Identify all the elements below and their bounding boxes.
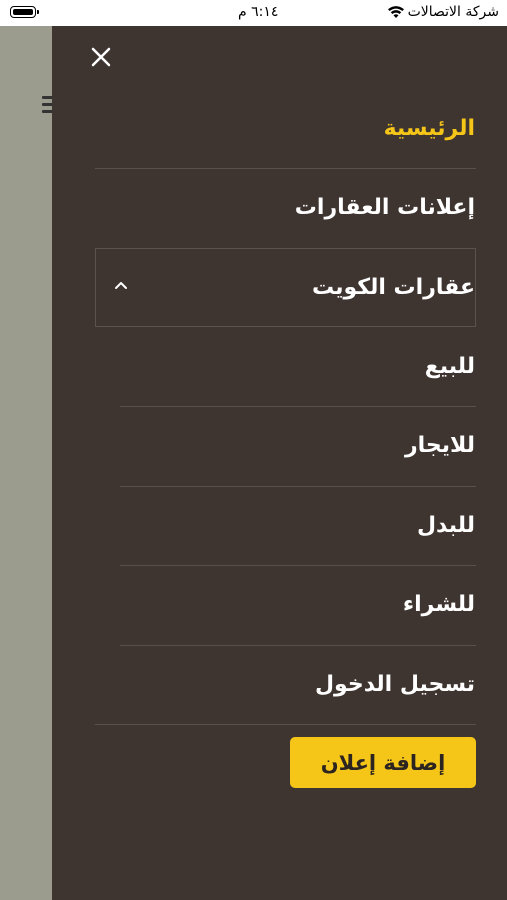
battery-icon xyxy=(10,6,39,18)
submenu-item-for-exchange[interactable]: للبدل xyxy=(417,486,475,565)
status-time: ٦:١٤ م xyxy=(238,4,279,20)
close-icon[interactable] xyxy=(90,46,112,68)
wifi-icon xyxy=(388,6,404,18)
divider xyxy=(95,724,476,725)
page-backdrop[interactable] xyxy=(0,26,56,900)
chevron-up-icon[interactable] xyxy=(114,280,128,290)
submenu-item-for-buy[interactable]: للشراء xyxy=(403,565,475,644)
menu-item-kuwait-properties[interactable]: عقارات الكويت xyxy=(312,248,475,327)
menu-item-property-ads[interactable]: إعلانات العقارات xyxy=(295,168,475,247)
menu-item-home[interactable]: الرئيسية xyxy=(384,89,475,168)
carrier-name: شركة الاتصالات xyxy=(407,4,499,20)
menu-item-login[interactable]: تسجيل الدخول xyxy=(315,645,475,724)
navigation-drawer: الرئيسية إعلانات العقارات عقارات الكويت … xyxy=(52,26,507,900)
submenu-item-for-sale[interactable]: للبيع xyxy=(425,327,475,406)
submenu-item-for-rent[interactable]: للايجار xyxy=(405,406,475,485)
status-bar: ٦:١٤ م شركة الاتصالات xyxy=(0,0,507,26)
add-ad-button[interactable]: إضافة إعلان xyxy=(290,737,476,788)
